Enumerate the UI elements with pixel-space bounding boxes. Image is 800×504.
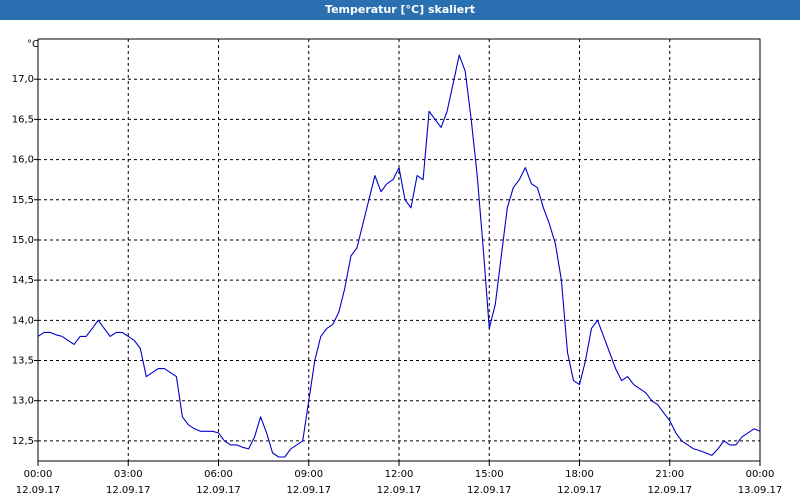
x-tick-time: 09:00 <box>294 469 323 480</box>
x-tick-date: 12.09.17 <box>467 485 512 496</box>
y-tick-label: 13,5 <box>12 356 34 367</box>
y-tick-label: 16,5 <box>12 114 34 125</box>
y-tick-label: 16,0 <box>12 155 34 166</box>
x-tick-date: 12.09.17 <box>286 485 331 496</box>
x-tick-date: 12.09.17 <box>196 485 241 496</box>
temperature-chart: 12,5 13,0 13,5 14,0 14,5 15,0 15,5 16,0 16,5 17,0… <box>12 38 783 496</box>
x-tick-date: 12.09.17 <box>16 485 61 496</box>
x-tick-date: 12.09.17 <box>557 485 602 496</box>
x-tick-time: 00:00 <box>24 469 53 480</box>
y-tick-label: 17,0 <box>12 74 34 85</box>
y-tick-label: 15,5 <box>12 195 34 206</box>
y-tick-label: 13,0 <box>12 396 34 407</box>
chart-area: 12,5 13,0 13,5 14,0 14,5 15,0 15,5 16,0 16,5 17,0… <box>0 20 800 500</box>
x-tick-time: 00:00 <box>746 469 775 480</box>
y-tick-labels: 12,5 13,0 13,5 14,0 14,5 15,0 15,5 16,0 16,5 17,0 <box>12 74 34 447</box>
x-tick-time: 12:00 <box>385 469 414 480</box>
x-tick-labels: 00:00 12.09.17 03:00 12.09.17 06:00 12.09.17 0… <box>16 469 783 496</box>
chart-window: Temperatur [°C] skaliert 12,5 13,0 13,5 14,… <box>0 0 800 500</box>
x-tick-time: 15:00 <box>475 469 504 480</box>
y-tick-label: 15,0 <box>12 235 34 246</box>
x-tick-time: 06:00 <box>204 469 233 480</box>
x-tick-date: 12.09.17 <box>647 485 692 496</box>
y-axis-label: °C <box>27 39 39 50</box>
x-tick-time: 18:00 <box>565 469 594 480</box>
y-tick-label: 12,5 <box>12 436 34 447</box>
x-tick-date: 12.09.17 <box>377 485 422 496</box>
x-tick-time: 03:00 <box>114 469 143 480</box>
x-tick-date: 13.09.17 <box>738 485 783 496</box>
grid-layer <box>34 38 761 466</box>
x-tick-time: 21:00 <box>655 469 684 480</box>
x-tick-date: 12.09.17 <box>106 485 151 496</box>
y-tick-label: 14,0 <box>12 315 34 326</box>
window-title: Temperatur [°C] skaliert <box>0 0 800 20</box>
y-tick-label: 14,5 <box>12 275 34 286</box>
